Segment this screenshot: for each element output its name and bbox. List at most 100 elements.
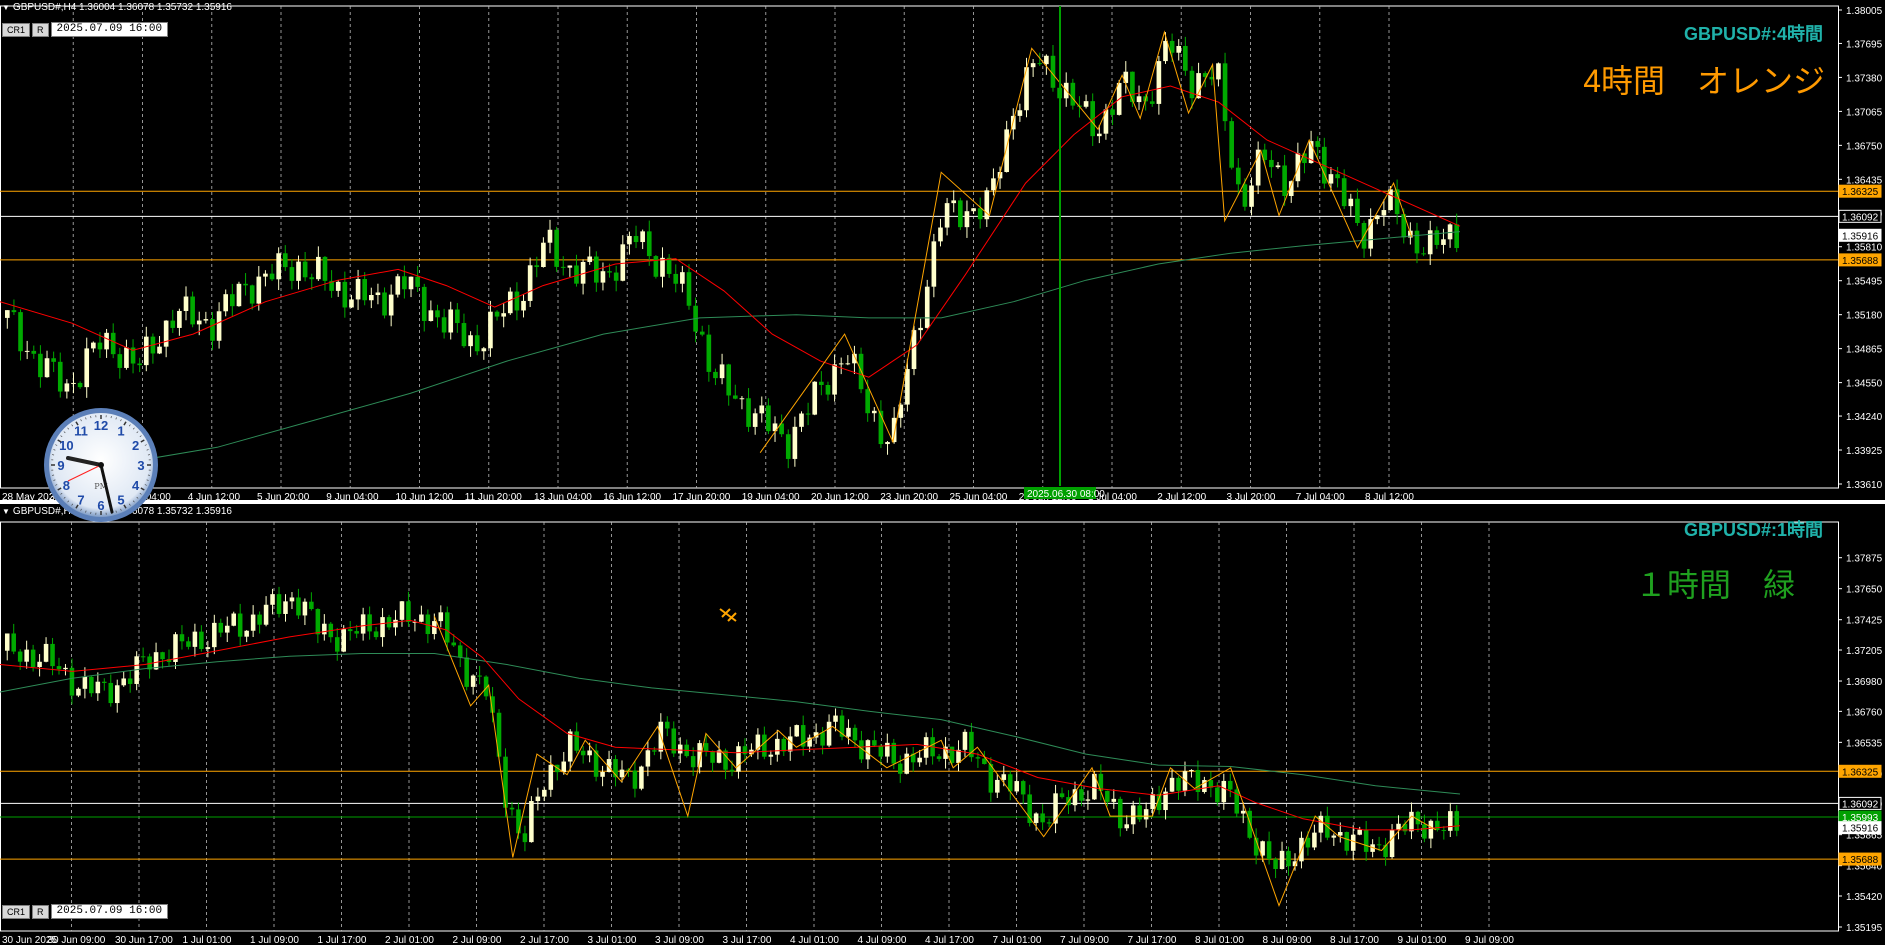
bullish-candle [1014,781,1019,792]
r-button[interactable]: R [32,904,49,919]
bearish-candle [1315,141,1321,147]
ohlc-readout-h4: GBPUSD#,H4 1.36004 1.36078 1.35732 1.359… [12,2,232,13]
bearish-candle [1130,71,1135,103]
bullish-candle [917,757,922,763]
bearish-candle [897,763,903,774]
chart-header-h4: ▼ GBPUSD#,H4 1.36004 1.36078 1.35732 1.35… [2,2,232,13]
bullish-candle [1216,63,1221,80]
bullish-candle [1350,834,1356,851]
collapse-triangle-icon[interactable]: ▼ [2,3,10,12]
bullish-candle [322,623,327,635]
bullish-candle [84,348,90,388]
date-box-h1[interactable]: 2025.07.09 16:00 [50,904,169,919]
bullish-candle [1381,210,1387,216]
time-axis-tick-label: 30 Jun 09:00 [48,935,106,945]
bearish-candle [958,200,963,228]
bearish-candle [1344,832,1350,851]
price-axis-tick-label: 1.35420 [1846,892,1883,903]
bullish-candle [1409,811,1414,832]
bullish-candle [1318,815,1324,833]
time-axis-tick-label: 7 Jul 09:00 [1060,935,1109,945]
bullish-candle [845,363,851,365]
chart-pane-h4[interactable]: 28 May 202530 May 20:003 Jun 04:004 Jun … [0,0,1885,500]
chart-pane-h1[interactable]: 30 Jun 2025 30 Jun 09:00 30 Jun 17:00 1 Jul… [0,504,1885,945]
collapse-triangle-icon[interactable]: ▼ [2,507,10,516]
time-axis-tick-label: 3 Jul 01:00 [588,935,637,945]
bullish-candle [470,675,476,687]
bearish-candle [56,666,62,670]
bullish-candle [236,283,242,307]
bullish-candle [1156,61,1162,104]
bullish-candle [924,286,930,328]
bullish-candle [1111,798,1117,802]
bullish-candle [891,417,897,443]
r-button[interactable]: R [32,22,49,37]
clock-numeral: 6 [97,498,104,513]
bearish-candle [1266,841,1272,860]
bullish-candle [1017,110,1023,116]
bearish-candle [1059,793,1065,798]
bearish-candle [613,272,619,281]
bullish-candle [256,276,262,304]
bullish-candle [43,643,49,662]
bullish-candle [587,750,592,756]
bullish-candle [639,766,644,789]
cursor-time-tag-label: 2025.06.30 08:00 [1027,489,1105,500]
drawing-tool-icon[interactable] [719,608,737,622]
bullish-candle [1001,774,1007,780]
cr1-button[interactable]: CR1 [2,22,31,37]
bullish-candle [832,364,837,395]
bullish-candle [719,364,725,379]
price-axis-tick-label: 1.37380 [1846,73,1883,84]
bullish-candle [1240,810,1246,814]
bearish-candle [373,631,379,638]
bearish-candle [1434,230,1440,245]
time-axis-tick-label: 17 Jun 20:00 [673,492,731,500]
time-axis-tick-label: 4 Jul 09:00 [858,935,907,945]
time-axis-tick-label: 1 Jul 09:00 [250,935,299,945]
candles-group [4,32,1460,469]
bullish-candle [143,336,149,366]
bearish-candle [137,363,142,366]
bearish-candle [1415,811,1421,825]
bullish-candle [64,383,70,392]
bearish-candle [89,676,94,694]
bullish-candle [826,721,832,746]
bullish-candle [775,738,780,755]
bullish-candle [1249,185,1254,207]
bearish-candle [455,309,460,324]
bullish-candle [620,244,626,281]
clock-numeral: 9 [57,458,64,473]
analog-clock-widget[interactable]: 1234567891011 12 PM [42,406,160,524]
bullish-candle [951,200,957,204]
date-box-h4[interactable]: 2025.07.09 16:00 [50,22,169,37]
bullish-candle [991,178,996,191]
cr1-button[interactable]: CR1 [2,904,31,919]
bullish-candle [196,320,202,325]
bullish-candle [263,604,269,625]
bearish-candle [474,335,480,352]
bearish-candle [977,208,983,220]
bullish-candle [283,601,288,614]
bearish-candle [1079,789,1084,801]
bearish-candle [1421,253,1426,255]
bullish-candle [535,796,541,802]
bullish-candle [799,413,804,427]
bearish-candle [110,332,116,355]
time-axis-tick-label: 4 Jun 12:00 [188,492,241,500]
bearish-candle [710,750,715,763]
price-axis-tick-label: 1.35195 [1846,923,1883,934]
bearish-candle [732,395,738,399]
bullish-candle [63,667,68,670]
time-axis-tick-label: 16 Jun 12:00 [603,492,661,500]
bullish-candle [885,442,890,445]
bullish-candle [865,740,871,760]
bullish-candle [640,231,645,243]
bullish-candle [263,273,268,277]
price-tag-orange-level-label: 1.35688 [1842,855,1879,866]
time-axis-tick-label: 4 Jul 17:00 [925,935,974,945]
bullish-candle [296,261,301,281]
time-axis-tick-label: 20 Jun 12:00 [811,492,869,500]
bullish-candle [1182,771,1188,791]
chart-canvas-h1[interactable]: 30 Jun 202530 Jun 09:00 30 Jun 17:00 1 Jul… [0,504,1885,945]
